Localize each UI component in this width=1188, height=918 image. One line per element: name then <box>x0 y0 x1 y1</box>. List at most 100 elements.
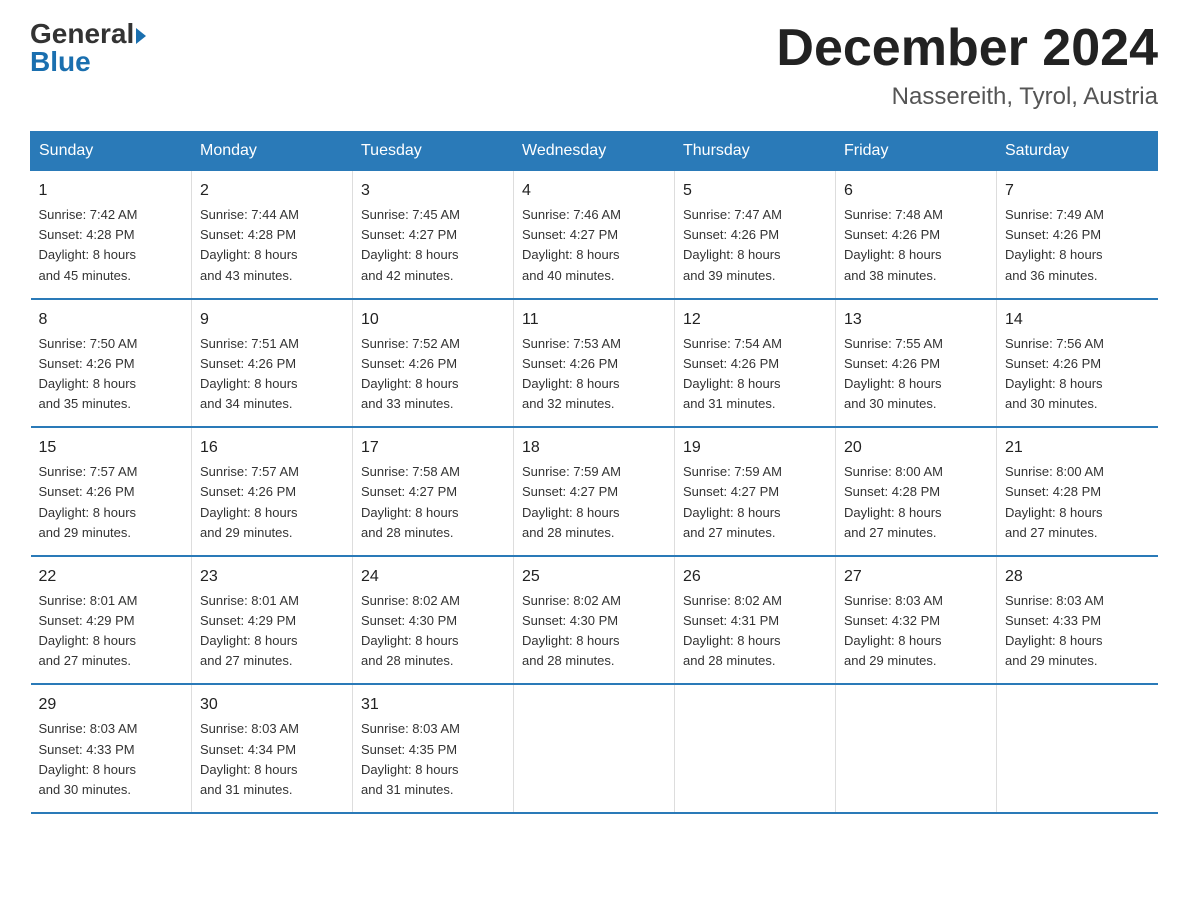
day-info: Sunrise: 7:51 AM Sunset: 4:26 PM Dayligh… <box>200 334 344 415</box>
days-of-week-row: Sunday Monday Tuesday Wednesday Thursday… <box>31 132 1158 171</box>
calendar-cell: 26Sunrise: 8:02 AM Sunset: 4:31 PM Dayli… <box>675 556 836 685</box>
day-info: Sunrise: 7:55 AM Sunset: 4:26 PM Dayligh… <box>844 334 988 415</box>
day-info: Sunrise: 7:47 AM Sunset: 4:26 PM Dayligh… <box>683 205 827 286</box>
day-number: 30 <box>200 693 344 717</box>
calendar-cell: 16Sunrise: 7:57 AM Sunset: 4:26 PM Dayli… <box>192 427 353 556</box>
calendar-cell: 14Sunrise: 7:56 AM Sunset: 4:26 PM Dayli… <box>997 299 1158 428</box>
calendar-cell <box>514 684 675 813</box>
day-info: Sunrise: 7:49 AM Sunset: 4:26 PM Dayligh… <box>1005 205 1150 286</box>
calendar-cell <box>997 684 1158 813</box>
day-info: Sunrise: 7:45 AM Sunset: 4:27 PM Dayligh… <box>361 205 505 286</box>
calendar-cell: 31Sunrise: 8:03 AM Sunset: 4:35 PM Dayli… <box>353 684 514 813</box>
day-number: 17 <box>361 436 505 460</box>
calendar-cell: 5Sunrise: 7:47 AM Sunset: 4:26 PM Daylig… <box>675 171 836 299</box>
calendar-cell: 17Sunrise: 7:58 AM Sunset: 4:27 PM Dayli… <box>353 427 514 556</box>
calendar-week-row: 8Sunrise: 7:50 AM Sunset: 4:26 PM Daylig… <box>31 299 1158 428</box>
day-number: 5 <box>683 179 827 203</box>
calendar-cell <box>675 684 836 813</box>
calendar-subtitle: Nassereith, Tyrol, Austria <box>776 83 1158 111</box>
logo-general: General <box>30 18 134 49</box>
calendar-table: Sunday Monday Tuesday Wednesday Thursday… <box>30 131 1158 814</box>
day-info: Sunrise: 8:02 AM Sunset: 4:31 PM Dayligh… <box>683 591 827 672</box>
calendar-week-row: 22 Sunrise: 8:01 AM Sunset: 4:29 PM Dayli… <box>31 556 1158 685</box>
day-number: 22 <box>39 565 184 589</box>
day-info: Sunrise: 8:00 AM Sunset: 4:28 PM Dayligh… <box>1005 462 1150 543</box>
calendar-cell: 18Sunrise: 7:59 AM Sunset: 4:27 PM Dayli… <box>514 427 675 556</box>
day-info: Sunrise: 7:52 AM Sunset: 4:26 PM Dayligh… <box>361 334 505 415</box>
day-number: 9 <box>200 308 344 332</box>
day-number: 26 <box>683 565 827 589</box>
calendar-cell: 6Sunrise: 7:48 AM Sunset: 4:26 PM Daylig… <box>836 171 997 299</box>
calendar-cell: 21Sunrise: 8:00 AM Sunset: 4:28 PM Dayli… <box>997 427 1158 556</box>
day-number: 20 <box>844 436 988 460</box>
day-number: 19 <box>683 436 827 460</box>
col-wednesday: Wednesday <box>514 132 675 171</box>
col-saturday: Saturday <box>997 132 1158 171</box>
day-number: 14 <box>1005 308 1150 332</box>
day-info: Sunrise: 7:57 AM Sunset: 4:26 PM Dayligh… <box>200 462 344 543</box>
calendar-cell: 2Sunrise: 7:44 AM Sunset: 4:28 PM Daylig… <box>192 171 353 299</box>
day-info: Sunrise: 8:03 AM Sunset: 4:34 PM Dayligh… <box>200 719 344 800</box>
calendar-week-row: 1Sunrise: 7:42 AM Sunset: 4:28 PM Daylig… <box>31 171 1158 299</box>
day-number: 16 <box>200 436 344 460</box>
calendar-week-row: 29Sunrise: 8:03 AM Sunset: 4:33 PM Dayli… <box>31 684 1158 813</box>
day-info: Sunrise: 7:53 AM Sunset: 4:26 PM Dayligh… <box>522 334 666 415</box>
day-number: 8 <box>39 308 184 332</box>
day-number: 23 <box>200 565 344 589</box>
calendar-cell: 11Sunrise: 7:53 AM Sunset: 4:26 PM Dayli… <box>514 299 675 428</box>
calendar-cell: 19Sunrise: 7:59 AM Sunset: 4:27 PM Dayli… <box>675 427 836 556</box>
col-monday: Monday <box>192 132 353 171</box>
calendar-cell: 9Sunrise: 7:51 AM Sunset: 4:26 PM Daylig… <box>192 299 353 428</box>
day-info: Sunrise: 8:02 AM Sunset: 4:30 PM Dayligh… <box>522 591 666 672</box>
day-number: 6 <box>844 179 988 203</box>
calendar-cell: 13Sunrise: 7:55 AM Sunset: 4:26 PM Dayli… <box>836 299 997 428</box>
day-info: Sunrise: 7:59 AM Sunset: 4:27 PM Dayligh… <box>683 462 827 543</box>
calendar-cell: 8Sunrise: 7:50 AM Sunset: 4:26 PM Daylig… <box>31 299 192 428</box>
day-number: 24 <box>361 565 505 589</box>
day-number: 10 <box>361 308 505 332</box>
logo: General Blue <box>30 20 146 76</box>
day-info: Sunrise: 8:02 AM Sunset: 4:30 PM Dayligh… <box>361 591 505 672</box>
day-number: 28 <box>1005 565 1150 589</box>
calendar-cell: 15Sunrise: 7:57 AM Sunset: 4:26 PM Dayli… <box>31 427 192 556</box>
page-header: General Blue December 2024 Nassereith, T… <box>30 20 1158 111</box>
calendar-cell: 25Sunrise: 8:02 AM Sunset: 4:30 PM Dayli… <box>514 556 675 685</box>
calendar-week-row: 15Sunrise: 7:57 AM Sunset: 4:26 PM Dayli… <box>31 427 1158 556</box>
day-info: Sunrise: 7:44 AM Sunset: 4:28 PM Dayligh… <box>200 205 344 286</box>
day-info: Sunrise: 8:03 AM Sunset: 4:32 PM Dayligh… <box>844 591 988 672</box>
day-number: 15 <box>39 436 184 460</box>
calendar-cell: 7Sunrise: 7:49 AM Sunset: 4:26 PM Daylig… <box>997 171 1158 299</box>
day-number: 27 <box>844 565 988 589</box>
calendar-cell: 30Sunrise: 8:03 AM Sunset: 4:34 PM Dayli… <box>192 684 353 813</box>
calendar-cell: 12Sunrise: 7:54 AM Sunset: 4:26 PM Dayli… <box>675 299 836 428</box>
day-number: 29 <box>39 693 184 717</box>
day-info: Sunrise: 8:03 AM Sunset: 4:33 PM Dayligh… <box>1005 591 1150 672</box>
calendar-body: 1Sunrise: 7:42 AM Sunset: 4:28 PM Daylig… <box>31 171 1158 813</box>
calendar-cell <box>836 684 997 813</box>
day-number: 21 <box>1005 436 1150 460</box>
col-sunday: Sunday <box>31 132 192 171</box>
calendar-cell: 1Sunrise: 7:42 AM Sunset: 4:28 PM Daylig… <box>31 171 192 299</box>
day-info: Sunrise: 7:42 AM Sunset: 4:28 PM Dayligh… <box>39 205 184 286</box>
calendar-cell: 23Sunrise: 8:01 AM Sunset: 4:29 PM Dayli… <box>192 556 353 685</box>
day-info: Sunrise: 8:01 AM Sunset: 4:29 PM Dayligh… <box>200 591 344 672</box>
day-number: 2 <box>200 179 344 203</box>
day-number: 11 <box>522 308 666 332</box>
calendar-cell: 28Sunrise: 8:03 AM Sunset: 4:33 PM Dayli… <box>997 556 1158 685</box>
day-info: Sunrise: 7:54 AM Sunset: 4:26 PM Dayligh… <box>683 334 827 415</box>
day-info: Sunrise: 7:46 AM Sunset: 4:27 PM Dayligh… <box>522 205 666 286</box>
day-number: 4 <box>522 179 666 203</box>
calendar-cell: 24Sunrise: 8:02 AM Sunset: 4:30 PM Dayli… <box>353 556 514 685</box>
calendar-cell: 3Sunrise: 7:45 AM Sunset: 4:27 PM Daylig… <box>353 171 514 299</box>
col-tuesday: Tuesday <box>353 132 514 171</box>
day-info: Sunrise: 7:50 AM Sunset: 4:26 PM Dayligh… <box>39 334 184 415</box>
day-number: 7 <box>1005 179 1150 203</box>
day-info: Sunrise: 7:59 AM Sunset: 4:27 PM Dayligh… <box>522 462 666 543</box>
calendar-cell: 10Sunrise: 7:52 AM Sunset: 4:26 PM Dayli… <box>353 299 514 428</box>
day-number: 12 <box>683 308 827 332</box>
day-number: 25 <box>522 565 666 589</box>
day-info: Sunrise: 7:56 AM Sunset: 4:26 PM Dayligh… <box>1005 334 1150 415</box>
day-info: Sunrise: 7:57 AM Sunset: 4:26 PM Dayligh… <box>39 462 184 543</box>
calendar-cell: 4Sunrise: 7:46 AM Sunset: 4:27 PM Daylig… <box>514 171 675 299</box>
day-info: Sunrise: 8:00 AM Sunset: 4:28 PM Dayligh… <box>844 462 988 543</box>
